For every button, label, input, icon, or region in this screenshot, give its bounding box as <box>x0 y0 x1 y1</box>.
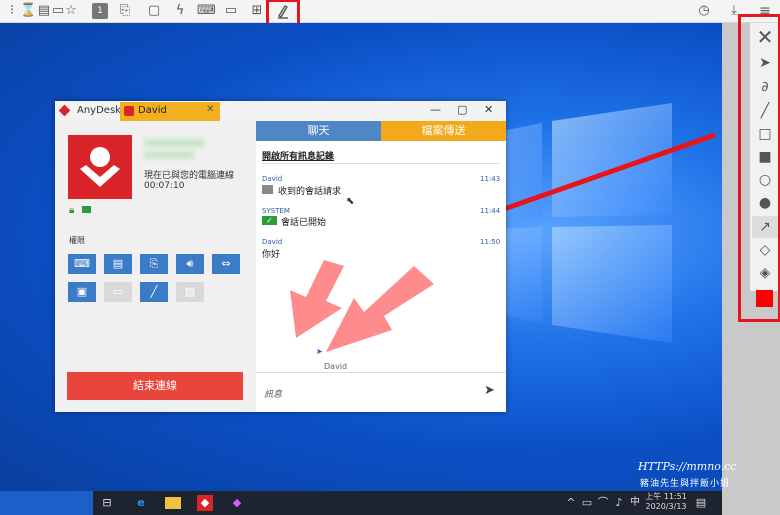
send-icon[interactable]: ➤ <box>484 383 495 398</box>
app-taskbar-icon[interactable]: ◆ <box>229 495 245 511</box>
message-text: 你好 <box>262 250 281 260</box>
message-text: 會話已開始 <box>281 218 327 228</box>
task-view-icon[interactable]: ⊟ <box>99 495 115 511</box>
message-time: 11:43 <box>480 175 501 183</box>
display-1-icon[interactable]: 1 <box>92 3 108 19</box>
lock-screen-permission-icon[interactable]: ▣ <box>68 282 96 302</box>
remote-cursor-icon: ➤ <box>316 347 323 356</box>
star-icon[interactable]: ☆ <box>63 3 79 19</box>
watermark-text: 豬油先生與拌飯小姐 <box>640 479 731 489</box>
blurred-alias <box>144 151 194 159</box>
message-time: 11:44 <box>480 207 501 215</box>
screen-permission-icon[interactable]: ⇔ <box>212 254 240 274</box>
anydesk-logo-icon <box>58 104 71 117</box>
session-tab[interactable]: David ✕ <box>120 102 220 121</box>
chat-icon[interactable]: ▢ <box>146 3 162 19</box>
menu-dots-icon[interactable]: ⁝ <box>4 3 20 19</box>
request-icon <box>262 185 273 194</box>
connection-status: 現在已與您的電腦連線 <box>144 171 235 181</box>
tab-file-transfer[interactable]: 檔案傳送 <box>381 121 506 141</box>
message-sender: David <box>262 238 283 246</box>
anydesk-taskbar-icon[interactable]: ◆ <box>197 495 213 511</box>
sound-permission-icon[interactable]: 🔊︎ <box>176 254 204 274</box>
session-tab-label: David <box>138 105 167 116</box>
screen-icon[interactable]: ▭ <box>223 3 239 19</box>
drawing-tools-highlight <box>738 14 780 322</box>
clipboard-permission-icon[interactable]: ▤ <box>104 254 132 274</box>
input-divider <box>256 372 506 373</box>
message-text: 收到的會話請求 <box>278 187 342 197</box>
panel-bottom <box>722 491 780 515</box>
draw-permission-icon[interactable]: ╱ <box>140 282 168 302</box>
divider <box>262 163 500 164</box>
user-avatar <box>68 135 132 199</box>
keyboard-mouse-permission-icon[interactable]: ⌨ <box>68 254 96 274</box>
lock-icon: 🔒︎ <box>69 205 75 216</box>
watermark-url: HTTPs://mmno.cc <box>638 460 737 473</box>
user-icon <box>80 147 120 187</box>
keyboard-icon[interactable]: ⌨ <box>197 3 216 19</box>
message-sender: SYSTEM <box>262 207 290 215</box>
message-input[interactable]: 訊息 <box>264 387 282 400</box>
session-avatar-icon <box>124 106 134 116</box>
lightning-icon[interactable]: ϟ <box>172 3 188 19</box>
screen-status-icon <box>82 206 91 213</box>
file-permission-icon[interactable]: ⎘ <box>140 254 168 274</box>
end-session-button[interactable]: 結束連線 <box>67 372 243 400</box>
windows-taskbar: ⊟ e ◆ ◆ ^ ▭ ⌒ ♪ 中 上午 11:51 2020/3/13 ▤ <box>93 491 722 515</box>
remote-cursor-label: David <box>324 362 348 371</box>
clock-date: 2020/3/13 <box>645 502 687 511</box>
chat-pane: 聊天 檔案傳送 開啟所有訊息記錄 David 11:43 收到的會話請求 SYS… <box>256 121 506 412</box>
remote-toolbar: ⁝ ⌛ ▤ ▭ ☆ 1 ⎘ ▢ ϟ ⌨ ▭ ⊞ ◷ ⤓ ≡ <box>0 0 780 27</box>
notification-icon[interactable]: ▤ <box>693 495 709 511</box>
privacy-permission-icon[interactable]: ▭ <box>104 282 132 302</box>
title-bar: AnyDesk David ✕ — ▢ ✕ <box>55 101 506 122</box>
drawn-pink-arrows <box>290 260 434 352</box>
tab-close-icon[interactable]: ✕ <box>206 104 214 115</box>
tab-chat[interactable]: 聊天 <box>256 121 381 141</box>
windows-icon[interactable]: ⊞ <box>249 3 265 19</box>
hourglass-icon[interactable]: ⌛ <box>20 3 36 19</box>
file-transfer-icon[interactable]: ⎘ <box>117 3 133 19</box>
clock[interactable]: 上午 11:51 2020/3/13 <box>643 492 689 512</box>
ime-indicator[interactable]: 中 <box>627 495 643 511</box>
anydesk-window: AnyDesk David ✕ — ▢ ✕ 現在已與您的電腦連線 00:07:1… <box>55 101 506 412</box>
blurred-id <box>144 139 204 147</box>
app-name: AnyDesk <box>77 105 121 116</box>
clock-time: 上午 11:51 <box>645 492 687 501</box>
session-info-pane: 現在已與您的電腦連線 00:07:10 🔒︎ 權限 ⌨ ▤ ⎘ 🔊︎ ⇔ ▣ ▭… <box>55 121 256 412</box>
message-time: 11:50 <box>480 238 501 246</box>
tray-chevron-icon[interactable]: ^ <box>563 495 579 511</box>
session-duration: 00:07:10 <box>144 181 185 191</box>
history-icon[interactable]: ◷ <box>696 3 712 19</box>
close-icon[interactable]: ✕ <box>484 103 493 116</box>
mouse-cursor-icon: ⬉ <box>346 196 355 207</box>
session-start-icon: ✓ <box>262 216 277 225</box>
tray-network-icon[interactable]: ▭ <box>579 495 595 511</box>
display-off-permission-icon[interactable]: ▨ <box>176 282 204 302</box>
maximize-icon[interactable]: ▢ <box>457 103 467 116</box>
file-explorer-icon[interactable] <box>165 497 181 509</box>
message-sender: David <box>262 175 283 183</box>
open-history-link[interactable]: 開啟所有訊息記錄 <box>262 149 334 162</box>
permissions-label: 權限 <box>69 236 85 245</box>
edge-browser-icon[interactable]: e <box>133 495 149 511</box>
tray-volume-icon[interactable]: ♪ <box>611 495 627 511</box>
tray-wifi-icon[interactable]: ⌒ <box>595 495 611 511</box>
minimize-icon[interactable]: — <box>430 103 441 116</box>
